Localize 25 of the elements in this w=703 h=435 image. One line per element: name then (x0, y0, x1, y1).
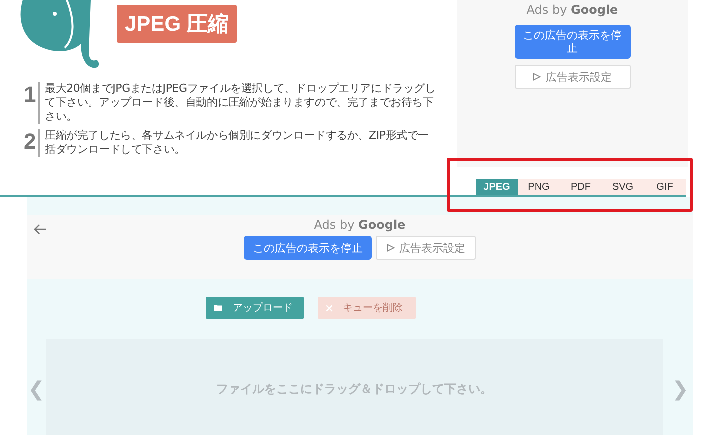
format-tab[interactable]: PDF (560, 179, 602, 195)
step-text: 最大20個までJPGまたはJPEGファイルを選択して、ドロップエリアにドラッグして下さい。アップロード後、自動的に圧縮が始まりますので、完了までお待ち下さい。 (38, 82, 437, 124)
ad-settings-button[interactable]: 広告表示設定 (514, 65, 630, 89)
close-icon (326, 304, 333, 312)
back-arrow-icon[interactable] (34, 224, 47, 235)
ad-settings-button[interactable]: 広告表示設定 (376, 236, 476, 260)
format-tab[interactable]: JPEG (476, 179, 518, 195)
step-number: 1 (24, 82, 38, 108)
stop-ad-button[interactable]: この広告の表示を停止 (244, 236, 372, 260)
ads-by-label: Ads by Google (526, 3, 618, 17)
step-text: 圧縮が完了したら、各サムネイルから個別にダウンロードするか、ZIP形式で一括ダウンロードして下さい。 (38, 129, 437, 157)
stop-ad-button[interactable]: この広告の表示を停止 (514, 25, 630, 59)
folder-icon (214, 304, 223, 312)
upload-button[interactable]: アップロード (206, 297, 304, 319)
ads-by-label: Ads by Google (314, 218, 406, 232)
play-icon (533, 73, 541, 81)
step-number: 2 (24, 129, 38, 155)
next-arrow[interactable]: ❯ (671, 377, 690, 401)
play-icon (386, 244, 394, 252)
format-tab[interactable]: GIF (644, 179, 686, 195)
previous-arrow[interactable]: ❮ (27, 377, 46, 401)
page-title: JPEG 圧縮 (117, 5, 237, 43)
drop-zone-text: ファイルをここにドラッグ＆ドロップして下さい。 (216, 380, 492, 398)
format-tab[interactable]: PNG (518, 179, 560, 195)
format-tab[interactable]: SVG (602, 179, 644, 195)
